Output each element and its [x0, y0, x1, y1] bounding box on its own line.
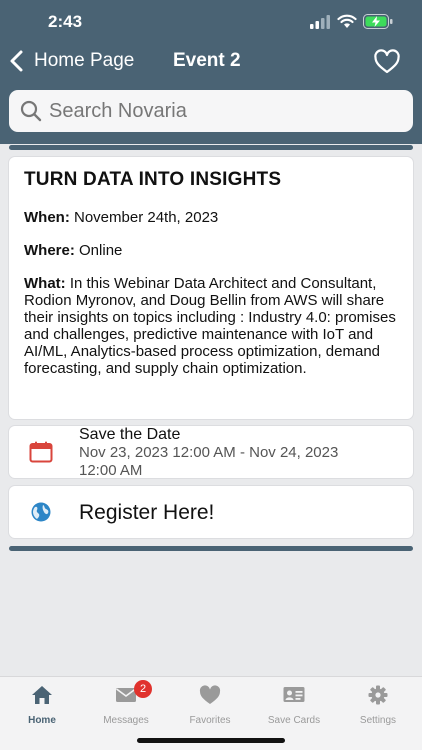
tab-messages[interactable]: 2 Messages	[84, 680, 168, 726]
tab-save-cards-label: Save Cards	[267, 715, 321, 726]
back-label: Home Page	[34, 50, 135, 71]
save-the-date-label: Save the Date	[79, 426, 181, 443]
calendar-icon	[29, 441, 53, 463]
tab-favorites[interactable]: Favorites	[168, 685, 252, 726]
home-indicator[interactable]	[137, 738, 285, 743]
status-time: 2:43	[48, 12, 83, 31]
event-where: Where: Online	[24, 242, 398, 259]
event-details-card: TURN DATA INTO INSIGHTS When: November 2…	[9, 157, 413, 419]
what-label: What:	[24, 275, 66, 292]
section-divider-top	[9, 145, 413, 150]
when-label: When:	[24, 209, 70, 226]
tab-home[interactable]: Home	[0, 685, 84, 726]
back-button[interactable]: Home Page	[8, 49, 134, 73]
page-title: Event 2	[173, 50, 241, 71]
gear-icon	[368, 685, 388, 705]
event-title: TURN DATA INTO INSIGHTS	[24, 169, 282, 190]
save-the-date-button[interactable]: Save the Date Nov 23, 2023 12:00 AM - No…	[9, 426, 413, 479]
home-icon	[32, 686, 52, 704]
wifi-icon	[337, 14, 357, 28]
what-value: In this Webinar Data Architect and Consu…	[24, 275, 396, 377]
tab-settings-label: Settings	[359, 715, 397, 726]
event-date-range: Nov 23, 2023 12:00 AM - Nov 24, 2023 12:…	[79, 444, 339, 479]
search-bar[interactable]	[9, 90, 413, 132]
where-label: Where:	[24, 242, 75, 259]
where-value: Online	[79, 242, 123, 259]
search-icon	[20, 100, 42, 122]
tab-save-cards[interactable]: Save Cards	[252, 685, 336, 726]
chevron-left-icon	[10, 50, 23, 72]
event-what: What: In this Webinar Data Architect and…	[24, 275, 398, 377]
tab-favorites-label: Favorites	[189, 715, 231, 726]
event-when: When: November 24th, 2023	[24, 209, 398, 226]
search-input[interactable]	[49, 99, 379, 123]
globe-icon	[31, 502, 51, 522]
tab-home-label: Home	[28, 715, 56, 726]
cellular-signal-icon	[310, 15, 330, 29]
when-value: November 24th, 2023	[74, 209, 219, 226]
register-button[interactable]: Register Here!	[9, 486, 413, 538]
status-bar: 2:43	[0, 0, 422, 44]
register-label: Register Here!	[79, 501, 215, 524]
contact-card-icon	[283, 687, 305, 702]
section-divider-bottom	[9, 546, 413, 551]
favorite-heart-icon[interactable]	[373, 49, 401, 75]
tab-messages-label: Messages	[103, 715, 149, 726]
heart-icon	[199, 685, 221, 704]
navigation-bar: Home Page Event 2	[0, 44, 422, 84]
battery-charging-icon	[363, 14, 393, 29]
messages-badge: 2	[134, 680, 152, 698]
tab-settings[interactable]: Settings	[336, 685, 420, 726]
